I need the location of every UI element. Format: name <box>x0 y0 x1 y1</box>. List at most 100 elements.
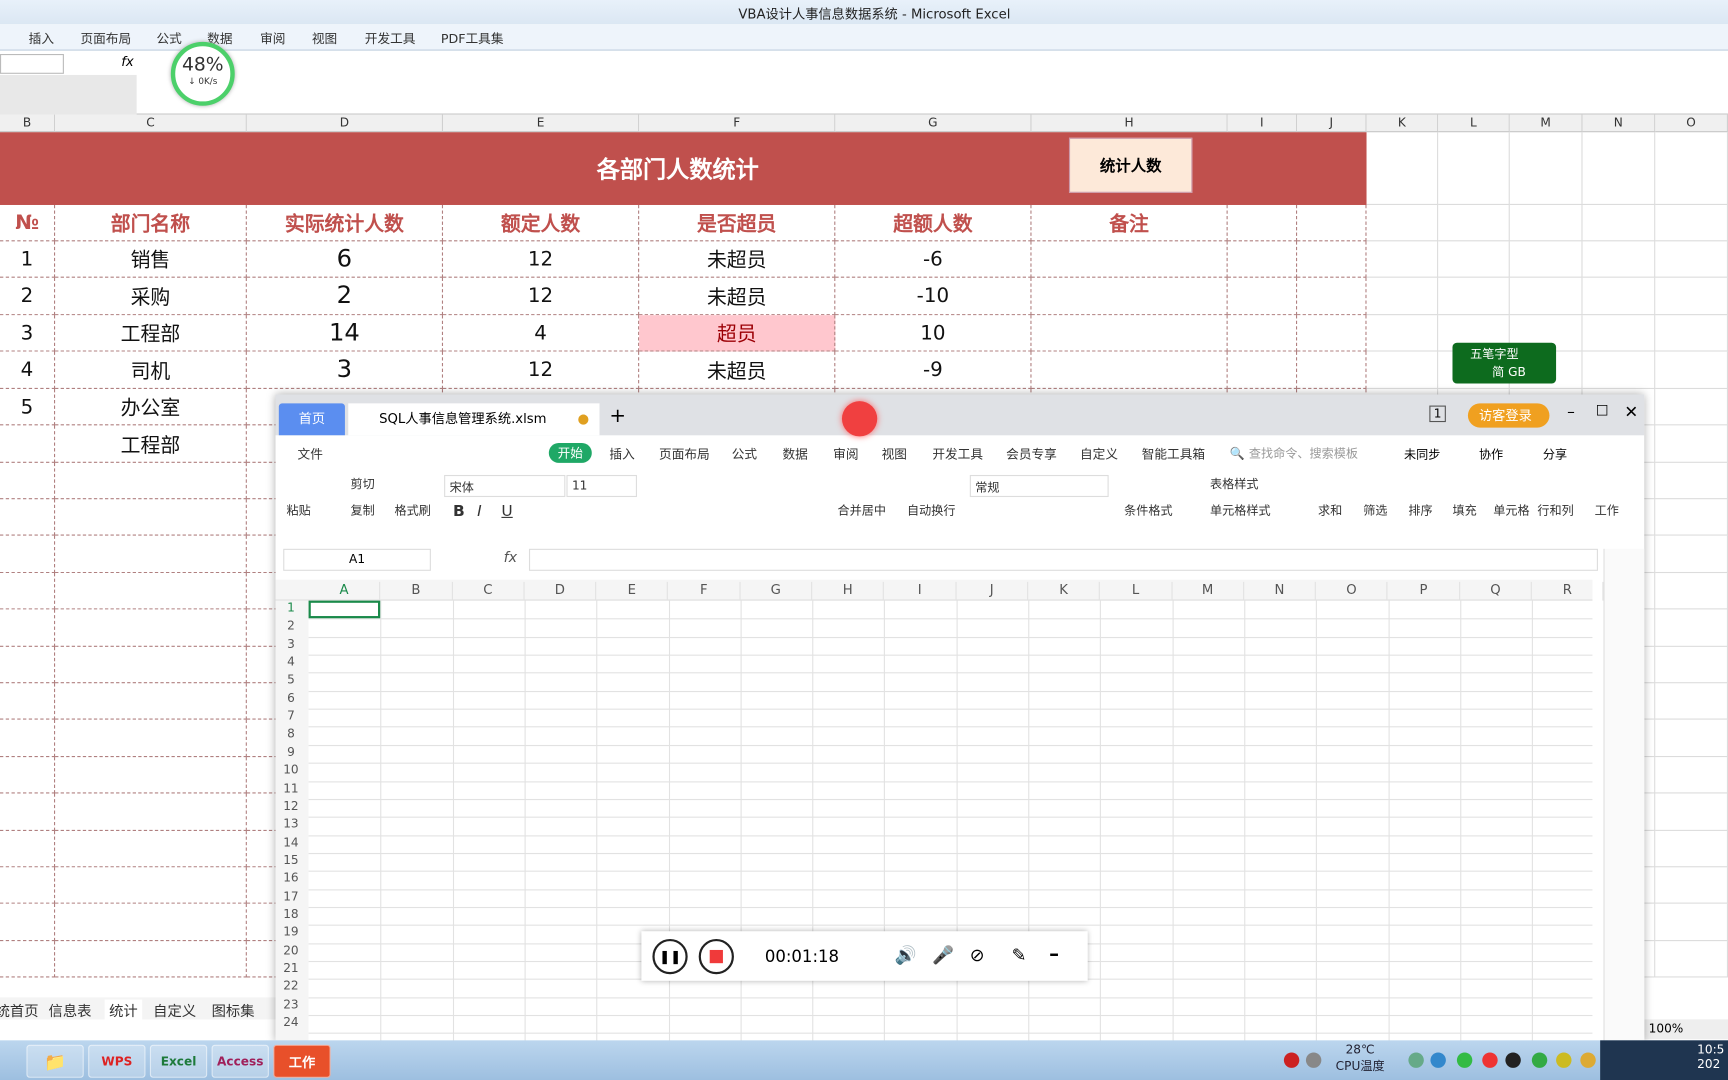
table-cell[interactable]: 4 <box>0 351 56 390</box>
table-cell[interactable] <box>1031 241 1228 278</box>
table-cell[interactable] <box>55 720 247 757</box>
grid-cell[interactable] <box>1655 646 1728 684</box>
taskbar-access[interactable]: Access <box>211 1044 269 1078</box>
table-cell[interactable]: 12 <box>443 241 640 278</box>
italic-button[interactable]: I <box>477 503 482 521</box>
tray-icon[interactable] <box>1305 1052 1322 1068</box>
table-cell[interactable]: 2 <box>0 277 56 316</box>
grid-cell[interactable] <box>1655 756 1728 794</box>
table-cell[interactable]: 10 <box>835 315 1032 352</box>
column-header[interactable]: M <box>1172 581 1245 601</box>
row-header[interactable]: 6 <box>276 691 307 709</box>
table-cell[interactable]: 销售 <box>55 241 247 278</box>
grid-cell[interactable] <box>1438 241 1510 278</box>
table-cell[interactable]: 4 <box>443 315 640 352</box>
menu-tab[interactable]: 会员专享 <box>1006 445 1057 463</box>
row-header[interactable]: 7 <box>276 709 307 727</box>
grid-cell[interactable] <box>1509 204 1583 242</box>
stat-count-button[interactable]: 统计人数 <box>1068 137 1193 193</box>
sheet-tab[interactable]: 图标集 <box>207 1000 259 1021</box>
column-header[interactable]: B <box>381 581 453 601</box>
table-cell[interactable] <box>0 867 56 905</box>
table-cell[interactable] <box>0 646 56 684</box>
grid-cell[interactable] <box>1509 132 1583 205</box>
table-cell[interactable] <box>55 940 247 978</box>
ribbon-cell-style-button[interactable]: 单元格样式 <box>1210 501 1271 519</box>
table-header-cell[interactable]: 实际统计人数 <box>246 204 444 242</box>
column-header[interactable]: E <box>443 114 640 133</box>
table-cell[interactable]: 3 <box>0 315 56 352</box>
row-header[interactable]: 19 <box>276 925 307 943</box>
table-header-cell[interactable] <box>1227 204 1298 242</box>
table-cell[interactable]: 司机 <box>55 351 247 390</box>
column-header[interactable]: P <box>1388 581 1460 601</box>
minimize-recorder-button[interactable]: – <box>1049 942 1059 965</box>
grid-cell[interactable] <box>1655 720 1728 757</box>
column-header[interactable]: M <box>1509 114 1583 133</box>
column-header[interactable]: H <box>812 581 885 601</box>
row-header[interactable]: 15 <box>276 853 307 871</box>
table-cell[interactable]: 3 <box>246 351 444 390</box>
table-cell[interactable] <box>0 609 56 647</box>
grid-cell[interactable] <box>1582 277 1656 316</box>
table-header-cell[interactable]: 是否超员 <box>639 204 836 242</box>
row-header[interactable]: 8 <box>276 727 307 745</box>
sheet-tab[interactable]: 自定义 <box>149 1000 201 1021</box>
sheet-tab[interactable]: 统首页 <box>0 1000 43 1021</box>
grid-cell[interactable] <box>1509 277 1583 316</box>
taskbar-excel[interactable]: Excel <box>149 1044 208 1078</box>
pen-icon[interactable]: ✎ <box>1012 944 1027 965</box>
table-cell[interactable] <box>0 793 56 831</box>
ribbon-tab[interactable]: PDF工具集 <box>441 30 504 48</box>
column-header[interactable]: I <box>1227 114 1298 133</box>
table-cell[interactable] <box>1227 315 1298 352</box>
row-header[interactable]: 16 <box>276 871 307 889</box>
minimize-button[interactable]: – <box>1567 403 1575 421</box>
table-header-cell[interactable]: 超额人数 <box>835 204 1032 242</box>
row-header[interactable]: 13 <box>276 817 307 835</box>
tray-icon[interactable] <box>1482 1052 1498 1068</box>
column-header[interactable]: C <box>55 114 247 133</box>
grid-cell[interactable] <box>1582 241 1656 278</box>
table-cell[interactable] <box>0 830 56 868</box>
table-cell[interactable] <box>0 462 56 500</box>
ribbon-tab[interactable]: 公式 <box>156 30 181 48</box>
table-cell[interactable]: 工程部 <box>55 315 247 352</box>
grid-cell[interactable] <box>1655 277 1728 316</box>
microphone-icon[interactable]: 🎤 <box>932 944 954 965</box>
grid-cell[interactable] <box>1655 499 1728 537</box>
table-cell[interactable] <box>55 756 247 794</box>
table-cell[interactable] <box>0 683 56 721</box>
grid-cell[interactable] <box>1655 793 1728 831</box>
pause-button[interactable]: ❚❚ <box>652 938 688 975</box>
new-tab-button[interactable]: + <box>609 404 626 427</box>
table-cell[interactable] <box>1297 277 1367 316</box>
table-cell[interactable] <box>55 499 247 537</box>
column-header[interactable]: O <box>1655 114 1728 133</box>
row-header[interactable]: 2 <box>276 619 307 637</box>
column-header[interactable]: D <box>246 114 444 133</box>
grid-cell[interactable] <box>1655 351 1728 390</box>
ribbon-merge-button[interactable]: 合并居中 <box>838 501 886 519</box>
table-cell[interactable] <box>1031 315 1228 352</box>
table-cell[interactable] <box>0 904 56 941</box>
table-cell[interactable] <box>0 720 56 757</box>
column-header[interactable]: B <box>0 114 56 133</box>
command-search[interactable]: 🔍 查找命令、搜索模板 <box>1230 444 1358 462</box>
grid-cell[interactable] <box>1582 132 1656 205</box>
grid-cell[interactable] <box>1655 572 1728 610</box>
taskbar-explorer[interactable]: 📁 <box>26 1044 84 1078</box>
ribbon-format-painter-button[interactable]: 格式刷 <box>395 501 431 519</box>
grid-cell[interactable] <box>1655 389 1728 426</box>
grid-cell[interactable] <box>1655 241 1728 278</box>
table-cell[interactable]: 未超员 <box>639 351 836 390</box>
font-size-select[interactable]: 11 <box>566 474 637 498</box>
table-cell[interactable]: 5 <box>0 389 56 426</box>
number-format-select[interactable]: 常规 <box>969 474 1109 498</box>
ime-toolbar[interactable]: 五笔字型 简 GB <box>1452 342 1557 384</box>
ribbon-sheet-button[interactable]: 工作 <box>1595 501 1619 519</box>
share-button[interactable]: 分享 <box>1543 445 1567 463</box>
row-header[interactable]: 1 <box>276 601 307 619</box>
ribbon-paste-button[interactable]: 粘贴 <box>287 501 311 519</box>
grid-cell[interactable] <box>1509 241 1583 278</box>
